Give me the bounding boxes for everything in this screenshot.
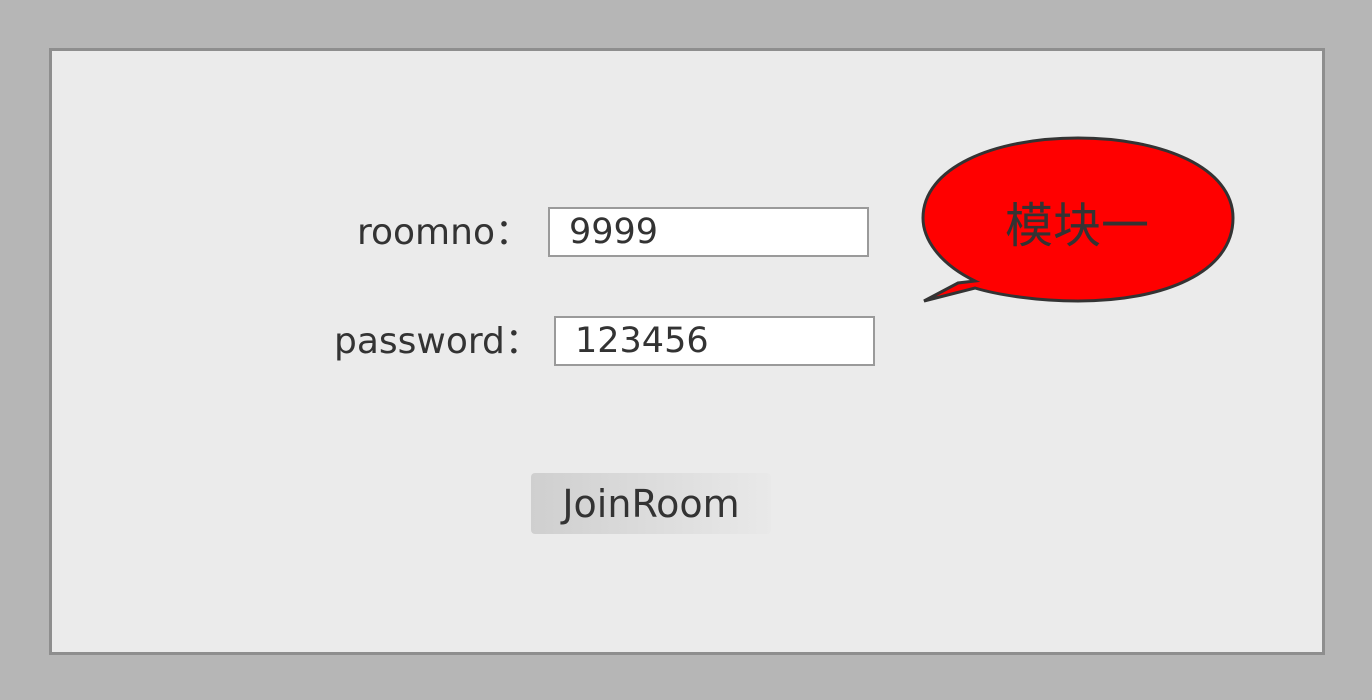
roomno-label: roomno：	[357, 212, 531, 253]
password-input[interactable]	[554, 316, 875, 366]
join-room-button[interactable]: JoinRoom	[531, 473, 771, 534]
roomno-input[interactable]	[548, 207, 869, 257]
callout-text: 模块一	[1004, 198, 1149, 254]
password-label: password：	[334, 321, 541, 362]
